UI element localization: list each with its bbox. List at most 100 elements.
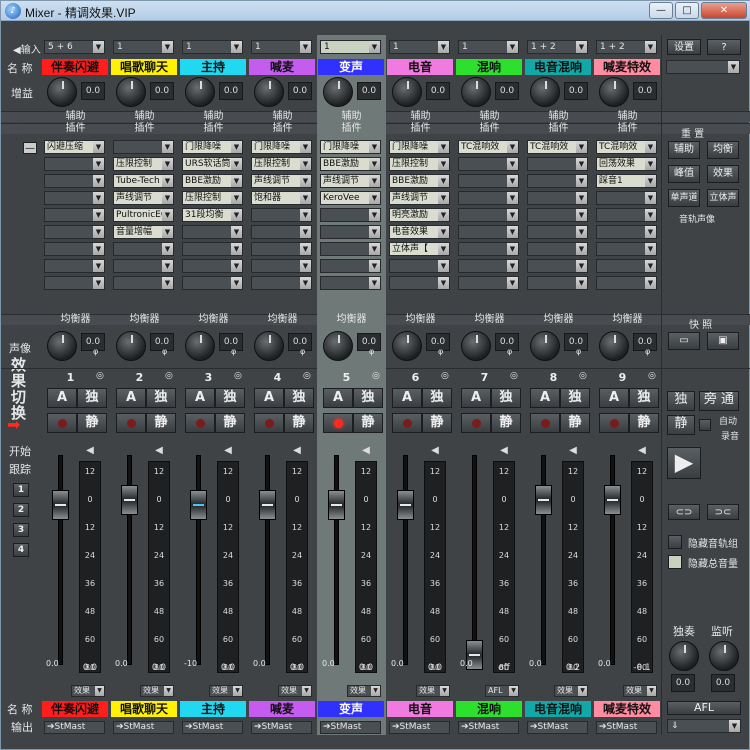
gain-knob[interactable] bbox=[185, 77, 215, 107]
phase-icon[interactable]: φ bbox=[369, 347, 374, 356]
auto-record-checkbox[interactable] bbox=[699, 419, 711, 431]
insert-slot[interactable]: ▼ bbox=[113, 276, 174, 290]
eq-header[interactable]: 均衡器 bbox=[593, 314, 662, 325]
insert-slot[interactable]: PultronicEQ ▼ bbox=[113, 208, 174, 222]
plugin-header[interactable]: 插件 bbox=[179, 123, 248, 134]
record-button[interactable] bbox=[185, 413, 215, 433]
speaker-icon[interactable]: ◀ bbox=[493, 445, 515, 459]
automation-button[interactable]: A bbox=[116, 388, 146, 408]
hide-groups-checkbox[interactable] bbox=[668, 535, 682, 549]
gain-knob[interactable] bbox=[392, 77, 422, 107]
eq-header[interactable]: 均衡器 bbox=[179, 314, 248, 325]
insert-slot[interactable]: ▼ bbox=[458, 242, 519, 256]
insert-slot[interactable]: 声线调节 ▼ bbox=[320, 174, 381, 188]
aux-header[interactable]: 辅助 bbox=[317, 111, 386, 122]
automation-button[interactable]: A bbox=[254, 388, 284, 408]
insert-slot[interactable]: ▼ bbox=[527, 242, 588, 256]
pan-knob[interactable] bbox=[392, 331, 422, 361]
minimize-button[interactable]: — bbox=[649, 2, 673, 19]
insert-slot[interactable]: ▼ bbox=[44, 225, 105, 239]
insert-slot[interactable]: ▼ bbox=[113, 259, 174, 273]
mute-button[interactable]: 静 bbox=[215, 413, 245, 433]
monitor-output-dropdown[interactable]: ⇓ ▼ bbox=[667, 719, 741, 733]
record-arm-icon[interactable]: ◎ bbox=[234, 371, 242, 381]
aux-header[interactable]: 辅助 bbox=[524, 111, 593, 122]
phase-icon[interactable]: φ bbox=[93, 347, 98, 356]
pan-knob[interactable] bbox=[530, 331, 560, 361]
record-arm-icon[interactable]: ◎ bbox=[510, 371, 518, 381]
output-select[interactable]: ➔StMast bbox=[113, 721, 174, 734]
input-select[interactable]: 1 + 2 ▼ bbox=[596, 40, 657, 54]
insert-slot[interactable]: ▼ bbox=[527, 157, 588, 171]
insert-slot[interactable]: ▼ bbox=[182, 225, 243, 239]
record-button[interactable] bbox=[530, 413, 560, 433]
aux-header[interactable]: 辅助 bbox=[248, 111, 317, 122]
stereo-button[interactable]: 立体声 bbox=[707, 189, 739, 207]
insert-slot[interactable]: ▼ bbox=[44, 191, 105, 205]
effect-button[interactable]: 效果 ▼ bbox=[71, 685, 105, 697]
pan-knob[interactable] bbox=[185, 331, 215, 361]
automation-button[interactable]: A bbox=[530, 388, 560, 408]
solo-button[interactable]: 独 bbox=[629, 388, 659, 408]
insert-slot[interactable]: ▼ bbox=[458, 191, 519, 205]
insert-slot[interactable]: ▼ bbox=[389, 276, 450, 290]
volume-fader[interactable] bbox=[52, 490, 69, 520]
speaker-icon[interactable]: ◀ bbox=[217, 445, 239, 459]
input-select[interactable]: 1 ▼ bbox=[389, 40, 450, 54]
insert-slot[interactable]: BBE激励 ▼ bbox=[182, 174, 243, 188]
aux-header[interactable]: 辅助 bbox=[110, 111, 179, 122]
effect-button[interactable]: 效果 ▼ bbox=[623, 685, 657, 697]
insert-slot[interactable]: TC混响效 ▼ bbox=[596, 140, 657, 154]
insert-slot[interactable]: TC混响效 ▼ bbox=[527, 140, 588, 154]
speaker-icon[interactable]: ◀ bbox=[562, 445, 584, 459]
insert-slot[interactable]: 压限控制 ▼ bbox=[251, 157, 312, 171]
insert-slot[interactable]: KeroVee ▼ bbox=[320, 191, 381, 205]
plugin-header[interactable]: 插件 bbox=[248, 123, 317, 134]
mute-button[interactable]: 静 bbox=[560, 413, 590, 433]
insert-slot[interactable]: ▼ bbox=[320, 259, 381, 273]
effect-button[interactable]: 效果 ▼ bbox=[347, 685, 381, 697]
insert-slot[interactable]: 压限控制 ▼ bbox=[389, 157, 450, 171]
insert-slot[interactable]: ▼ bbox=[527, 191, 588, 205]
volume-fader[interactable] bbox=[328, 490, 345, 520]
insert-slot[interactable]: BBE激励 ▼ bbox=[389, 174, 450, 188]
insert-slot[interactable]: ▼ bbox=[44, 276, 105, 290]
pan-knob[interactable] bbox=[599, 331, 629, 361]
insert-slot[interactable]: 饱和器 ▼ bbox=[251, 191, 312, 205]
volume-fader[interactable] bbox=[121, 485, 138, 515]
record-button[interactable] bbox=[254, 413, 284, 433]
effect-button[interactable]: 效果 ▼ bbox=[554, 685, 588, 697]
eq-header[interactable]: 均衡器 bbox=[455, 314, 524, 325]
insert-slot[interactable]: 声线调节 ▼ bbox=[389, 191, 450, 205]
gain-knob[interactable] bbox=[47, 77, 77, 107]
insert-slot[interactable]: ▼ bbox=[596, 225, 657, 239]
insert-slot[interactable]: ▼ bbox=[44, 208, 105, 222]
unlink-button[interactable]: ⊃⊂ bbox=[707, 504, 739, 520]
record-arm-icon[interactable]: ◎ bbox=[579, 371, 587, 381]
mute-button[interactable]: 静 bbox=[629, 413, 659, 433]
insert-slot[interactable]: 声线调节 ▼ bbox=[251, 174, 312, 188]
record-arm-icon[interactable]: ◎ bbox=[303, 371, 311, 381]
insert-slot[interactable]: ▼ bbox=[182, 259, 243, 273]
plugin-header[interactable]: 插件 bbox=[110, 123, 179, 134]
output-select[interactable]: ➔StMast bbox=[251, 721, 312, 734]
insert-slot[interactable]: ▼ bbox=[527, 276, 588, 290]
eq-header[interactable]: 均衡器 bbox=[248, 314, 317, 325]
plugin-header[interactable]: 插件 bbox=[386, 123, 455, 134]
speaker-icon[interactable]: ◀ bbox=[355, 445, 377, 459]
automation-button[interactable]: A bbox=[185, 388, 215, 408]
open-snapshot-button[interactable]: ▭ bbox=[668, 332, 700, 350]
solo-button[interactable]: 独 bbox=[146, 388, 176, 408]
solo-button[interactable]: 独 bbox=[284, 388, 314, 408]
insert-slot[interactable]: ▼ bbox=[389, 259, 450, 273]
insert-slot[interactable]: 立体声【 ▼ bbox=[389, 242, 450, 256]
insert-slot[interactable]: ▼ bbox=[113, 242, 174, 256]
aux-header[interactable]: 辅助 bbox=[179, 111, 248, 122]
link-button[interactable]: ⊂⊃ bbox=[668, 504, 700, 520]
effect-button[interactable]: 效果 ▼ bbox=[278, 685, 312, 697]
speaker-icon[interactable]: ◀ bbox=[79, 445, 101, 459]
record-arm-icon[interactable]: ◎ bbox=[96, 371, 104, 381]
effect-button[interactable]: 效果 ▼ bbox=[140, 685, 174, 697]
close-button[interactable]: ✕ bbox=[701, 2, 747, 19]
mute-button[interactable]: 静 bbox=[422, 413, 452, 433]
